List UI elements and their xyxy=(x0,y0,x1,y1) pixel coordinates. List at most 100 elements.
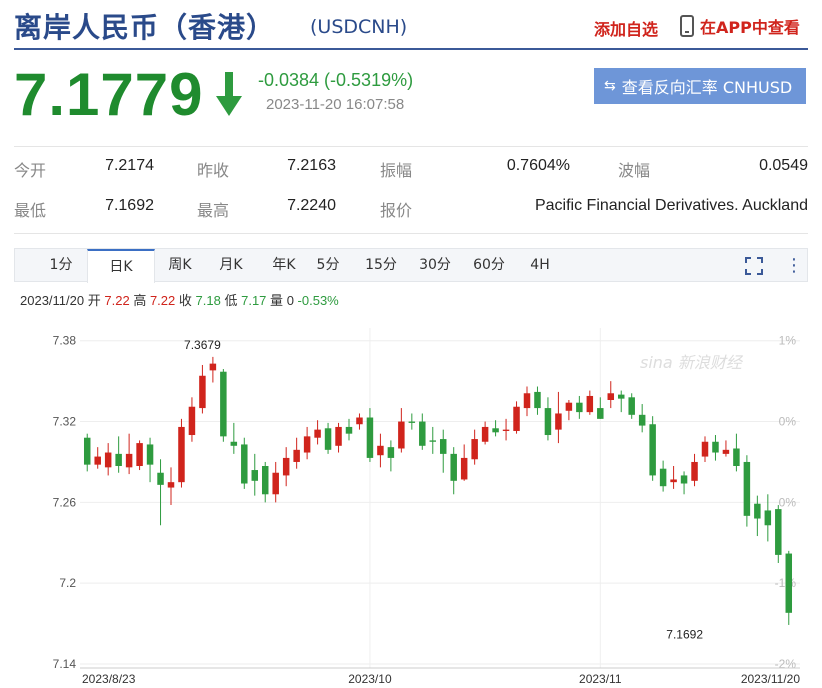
candle-body xyxy=(178,426,185,483)
candle-body xyxy=(544,408,552,436)
stat-label-high: 最高 xyxy=(197,201,230,220)
fullscreen-icon[interactable] xyxy=(745,257,763,275)
candle-body xyxy=(387,447,395,458)
price-change: -0.0384 (-0.5319%) xyxy=(258,70,414,90)
ohlc-open: 7.22 xyxy=(104,293,130,308)
candle-body xyxy=(282,457,290,476)
period-tabs: 1分 日K 周K 月K 年K 5分 15分 30分 60分 4H ⋮ xyxy=(14,248,808,283)
x-tick-label: 2023/8/23 xyxy=(82,672,136,686)
extreme-value-label: 7.3679 xyxy=(184,338,221,352)
candle-body xyxy=(314,429,321,438)
symbol-code: (USDCNH) xyxy=(310,16,408,38)
stat-label-prev-close: 昨收 xyxy=(197,161,230,180)
candle-body xyxy=(157,472,164,485)
candle-body xyxy=(439,439,447,454)
stats-row: 最低 7.1692 最高 7.2240 报价 Pacific Financial… xyxy=(14,193,808,233)
candle-body xyxy=(586,395,594,413)
stats-row: 今开 7.2174 昨收 7.2163 振幅 0.7604% 波幅 0.0549 xyxy=(14,153,808,193)
candle-body xyxy=(680,475,688,484)
phone-icon xyxy=(680,15,694,37)
open-in-app-label: 在APP中查看 xyxy=(700,18,800,37)
current-price: 7.1779 xyxy=(14,61,204,128)
tab-15min[interactable]: 15分 xyxy=(361,249,401,281)
pct-tick-label: -1% xyxy=(775,576,797,590)
ohlc-volume: 0 xyxy=(286,293,294,308)
candle-body xyxy=(502,429,510,431)
stat-value-quote-source: Pacific Financial Derivatives. Auckland xyxy=(534,197,808,214)
candlestick-chart[interactable]: 7.38 1% 7.32 0% 7.26 0% 7.2 -1% 7.14 -2% 2023/8/23… xyxy=(0,316,822,688)
tab-monthly[interactable]: 月K xyxy=(205,249,257,281)
reverse-rate-button[interactable]: ⇆ 查看反向汇率 CNHUSD xyxy=(594,68,806,104)
candle-body xyxy=(617,394,625,399)
pct-tick-label: 1% xyxy=(779,334,797,348)
candle-body xyxy=(261,466,269,495)
down-arrow-icon xyxy=(216,72,242,116)
tab-daily[interactable]: 日K xyxy=(87,249,155,283)
candle-body xyxy=(628,397,635,415)
candle-body xyxy=(754,503,761,519)
candle-body xyxy=(534,391,541,409)
candle-body xyxy=(471,439,478,460)
y-tick-label: 7.38 xyxy=(53,334,77,348)
candle-body xyxy=(649,424,656,476)
candle-body xyxy=(293,449,300,462)
candle-body xyxy=(115,453,122,466)
candle-body xyxy=(377,445,384,456)
pct-tick-label: -2% xyxy=(775,657,797,671)
reverse-rate-label: 查看反向汇率 CNHUSD xyxy=(621,78,793,97)
y-tick-label: 7.2 xyxy=(59,576,76,590)
ohlc-low-label: 低 xyxy=(224,293,238,308)
candle-body xyxy=(555,413,562,430)
candle-body xyxy=(366,417,374,458)
candle-body xyxy=(345,426,353,434)
candle-body xyxy=(775,509,782,555)
candle-body xyxy=(104,452,112,468)
stat-label-open: 今开 xyxy=(14,161,47,180)
candle-body xyxy=(335,426,342,446)
ohlc-high-label: 高 xyxy=(133,293,147,308)
candle-body xyxy=(701,441,709,457)
candle-body xyxy=(251,470,259,481)
ohlc-close-label: 收 xyxy=(178,293,192,308)
candle-body xyxy=(785,553,793,613)
tab-4h[interactable]: 4H xyxy=(523,249,557,281)
tab-yearly[interactable]: 年K xyxy=(257,249,311,281)
candle-body xyxy=(230,441,238,446)
candle-body xyxy=(136,443,143,466)
more-options-icon[interactable]: ⋮ xyxy=(785,253,803,277)
candle-body xyxy=(565,402,573,411)
candle-body xyxy=(199,375,206,409)
candle-body xyxy=(607,393,615,400)
candle-body xyxy=(481,426,489,442)
candle-body xyxy=(691,461,698,481)
stat-value-prev-close: 7.2163 xyxy=(287,157,336,174)
header-divider xyxy=(14,48,808,50)
tab-1min[interactable]: 1分 xyxy=(37,249,85,281)
x-tick-label: 2023/11 xyxy=(579,672,622,686)
candle-body xyxy=(429,440,437,442)
tab-5min[interactable]: 5分 xyxy=(311,249,345,281)
candle-body xyxy=(743,461,751,516)
stats-table: 今开 7.2174 昨收 7.2163 振幅 0.7604% 波幅 0.0549… xyxy=(14,146,808,234)
candle-body xyxy=(408,421,416,423)
tab-30min[interactable]: 30分 xyxy=(415,249,455,281)
candle-body xyxy=(398,421,405,449)
candle-body xyxy=(303,436,311,453)
add-favorite-link[interactable]: 添加自选 xyxy=(594,16,658,40)
candle-body xyxy=(125,453,133,468)
swap-icon: ⇆ xyxy=(604,78,616,94)
page-title: 离岸人民币（香港） xyxy=(14,11,276,44)
candle-body xyxy=(272,472,279,495)
x-tick-label: 2023/10 xyxy=(348,672,392,686)
candle-body xyxy=(209,363,217,371)
candle-body xyxy=(638,414,646,426)
stat-label-range: 波幅 xyxy=(618,161,651,180)
candle-body xyxy=(513,406,520,431)
candle-body xyxy=(146,444,154,465)
tab-60min[interactable]: 60分 xyxy=(469,249,509,281)
tab-weekly[interactable]: 周K xyxy=(155,249,205,281)
candle-body xyxy=(722,449,730,454)
candle-body xyxy=(83,437,91,465)
open-in-app-link[interactable]: 在APP中查看 xyxy=(680,14,800,38)
stat-value-range: 0.0549 xyxy=(759,157,808,174)
